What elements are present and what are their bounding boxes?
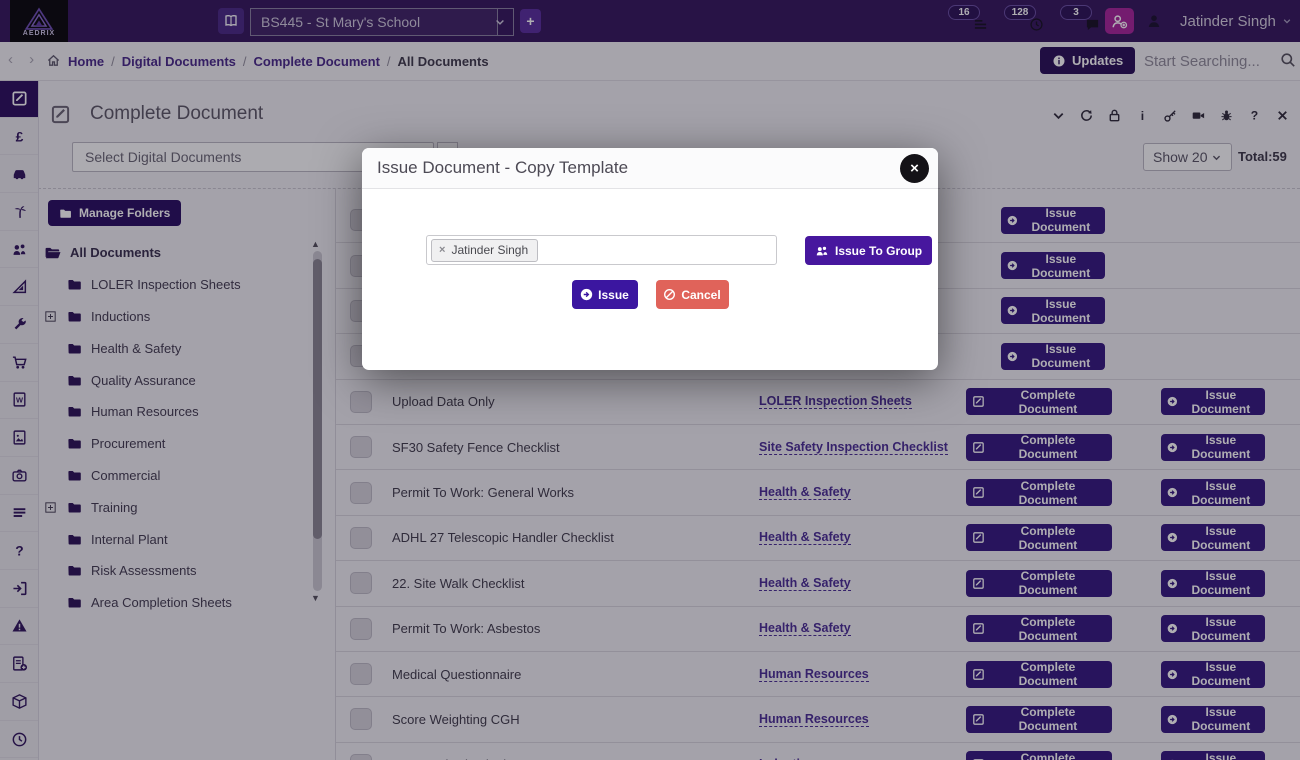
issue-to-group-button[interactable]: Issue To Group [805, 236, 932, 265]
cancel-label: Cancel [681, 288, 720, 302]
modal-backdrop[interactable] [0, 0, 1300, 760]
issue-button[interactable]: Issue [572, 280, 638, 309]
cancel-button[interactable]: Cancel [656, 280, 729, 309]
modal-title: Issue Document - Copy Template [362, 148, 938, 189]
modal-close-button[interactable]: × [900, 154, 929, 183]
users-icon [815, 244, 829, 258]
modal-actions: Issue Cancel [362, 280, 938, 309]
ban-icon [663, 288, 676, 301]
issue-document-modal: Issue Document - Copy Template × × Jatin… [362, 148, 938, 370]
issue-label: Issue [598, 288, 629, 302]
recipient-input[interactable]: × Jatinder Singh [426, 235, 777, 265]
recipient-tag: × Jatinder Singh [431, 239, 538, 262]
remove-tag-icon[interactable]: × [439, 244, 445, 256]
issue-to-group-label: Issue To Group [835, 244, 922, 258]
arrow-circle-icon [580, 288, 593, 301]
recipient-tag-label: Jatinder Singh [451, 243, 528, 257]
